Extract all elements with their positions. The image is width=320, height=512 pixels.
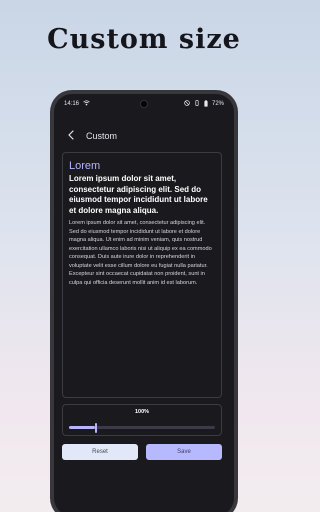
back-button[interactable]	[64, 129, 78, 143]
save-button[interactable]: Save	[146, 444, 222, 460]
phone-frame: 14:16 72% Custom Lorem Lorem ipsum dolor…	[50, 90, 238, 512]
reset-button[interactable]: Reset	[62, 444, 138, 460]
text-preview-card: Lorem Lorem ipsum dolor sit amet, consec…	[62, 152, 222, 398]
app-bar: Custom	[54, 126, 234, 146]
battery-percent: 72%	[211, 101, 224, 107]
back-arrow-icon	[67, 127, 75, 145]
size-percent-label: 100%	[134, 409, 150, 415]
slider-active-track	[69, 426, 96, 429]
app-screen: 14:16 72% Custom Lorem Lorem ipsum dolor…	[54, 94, 234, 512]
size-slider-card: 100%	[62, 404, 222, 436]
banner-title: Custom size	[47, 24, 241, 55]
vibrate-icon	[194, 100, 200, 108]
size-slider[interactable]	[69, 422, 215, 433]
preview-subheading: Lorem ipsum dolor sit amet, consectetur …	[69, 174, 208, 215]
slider-thumb[interactable]	[95, 422, 98, 433]
status-time: 14:16	[64, 101, 80, 107]
app-bar-title: Custom	[86, 131, 118, 141]
do-not-disturb-icon	[184, 100, 190, 108]
camera-cutout	[140, 100, 148, 108]
preview-body: Lorem ipsum dolor sit amet, consectetur …	[69, 220, 212, 286]
preview-heading: Lorem	[69, 160, 101, 172]
battery-icon	[204, 99, 208, 109]
wifi-icon	[83, 100, 90, 108]
